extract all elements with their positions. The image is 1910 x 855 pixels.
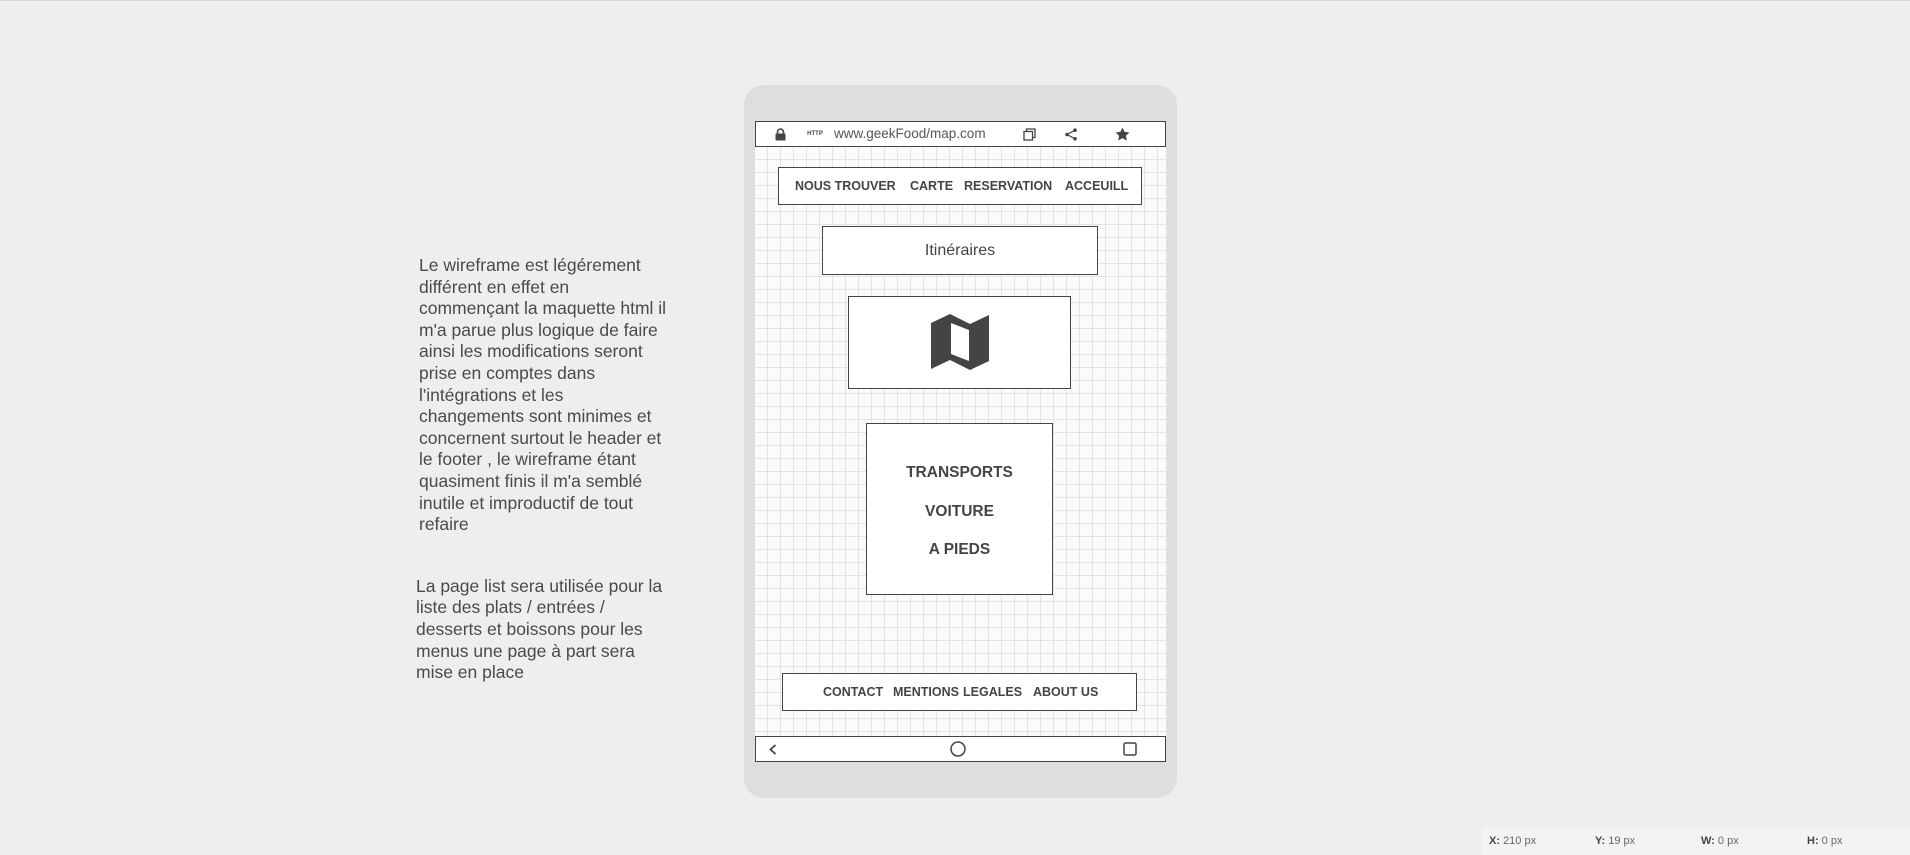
url-text[interactable]: www.geekFood/map.com [834, 122, 986, 146]
map-icon [931, 314, 989, 370]
home-icon[interactable] [949, 737, 967, 761]
footer-mentions[interactable]: MENTIONS [893, 674, 959, 710]
annotation-notes: Le wireframe est légérement différent en… [416, 255, 669, 684]
note-paragraph-2: La page list sera utilisée pour la liste… [416, 575, 663, 683]
browser-url-bar[interactable]: HTTP www.geekFood/map.com [755, 121, 1166, 147]
lock-icon [773, 122, 787, 146]
option-a-pieds[interactable]: A PIEDS [867, 541, 1052, 559]
recents-icon[interactable] [1121, 737, 1139, 761]
android-nav-bar [755, 736, 1166, 762]
h-readout: H: 0 px [1807, 835, 1843, 847]
back-icon[interactable] [766, 737, 780, 761]
star-icon[interactable] [1113, 122, 1131, 146]
footer-legales[interactable]: LEGALES [963, 674, 1022, 710]
transport-options: TRANSPORTS VOITURE A PIEDS [866, 423, 1053, 595]
itineraries-button[interactable]: Itinéraires [822, 226, 1098, 275]
option-voiture[interactable]: VOITURE [867, 503, 1052, 521]
footer-links: CONTACT MENTIONS LEGALES ABOUT US [782, 673, 1137, 711]
http-icon: HTTP [807, 131, 823, 137]
footer-about-us[interactable]: ABOUT US [1033, 674, 1098, 710]
coordinates-status-bar: X: 210 px Y: 19 px W: 0 px H: 0 px [1482, 827, 1910, 855]
w-readout: W: 0 px [1701, 835, 1739, 847]
share-icon[interactable] [1063, 122, 1079, 146]
map-panel[interactable] [848, 296, 1071, 389]
phone-screen: HTTP www.geekFood/map.com NOUS TROUVER C… [755, 121, 1166, 762]
footer-contact[interactable]: CONTACT [823, 674, 883, 710]
phone-mockup: HTTP www.geekFood/map.com NOUS TROUVER C… [744, 85, 1177, 798]
y-readout: Y: 19 px [1595, 835, 1636, 847]
nav-item-carte[interactable]: CARTE [910, 168, 953, 204]
option-transports[interactable]: TRANSPORTS [867, 464, 1052, 482]
nav-item-reservation[interactable]: RESERVATION [964, 168, 1052, 204]
nav-item-acceuill[interactable]: ACCEUILL [1065, 168, 1128, 204]
note-paragraph-1: Le wireframe est légérement différent en… [419, 255, 667, 535]
top-navigation: NOUS TROUVER CARTE RESERVATION ACCEUILL [778, 167, 1142, 205]
tabs-icon[interactable] [1021, 122, 1037, 146]
x-readout: X: 210 px [1489, 835, 1537, 847]
nav-item-nous-trouver[interactable]: NOUS TROUVER [795, 168, 896, 204]
